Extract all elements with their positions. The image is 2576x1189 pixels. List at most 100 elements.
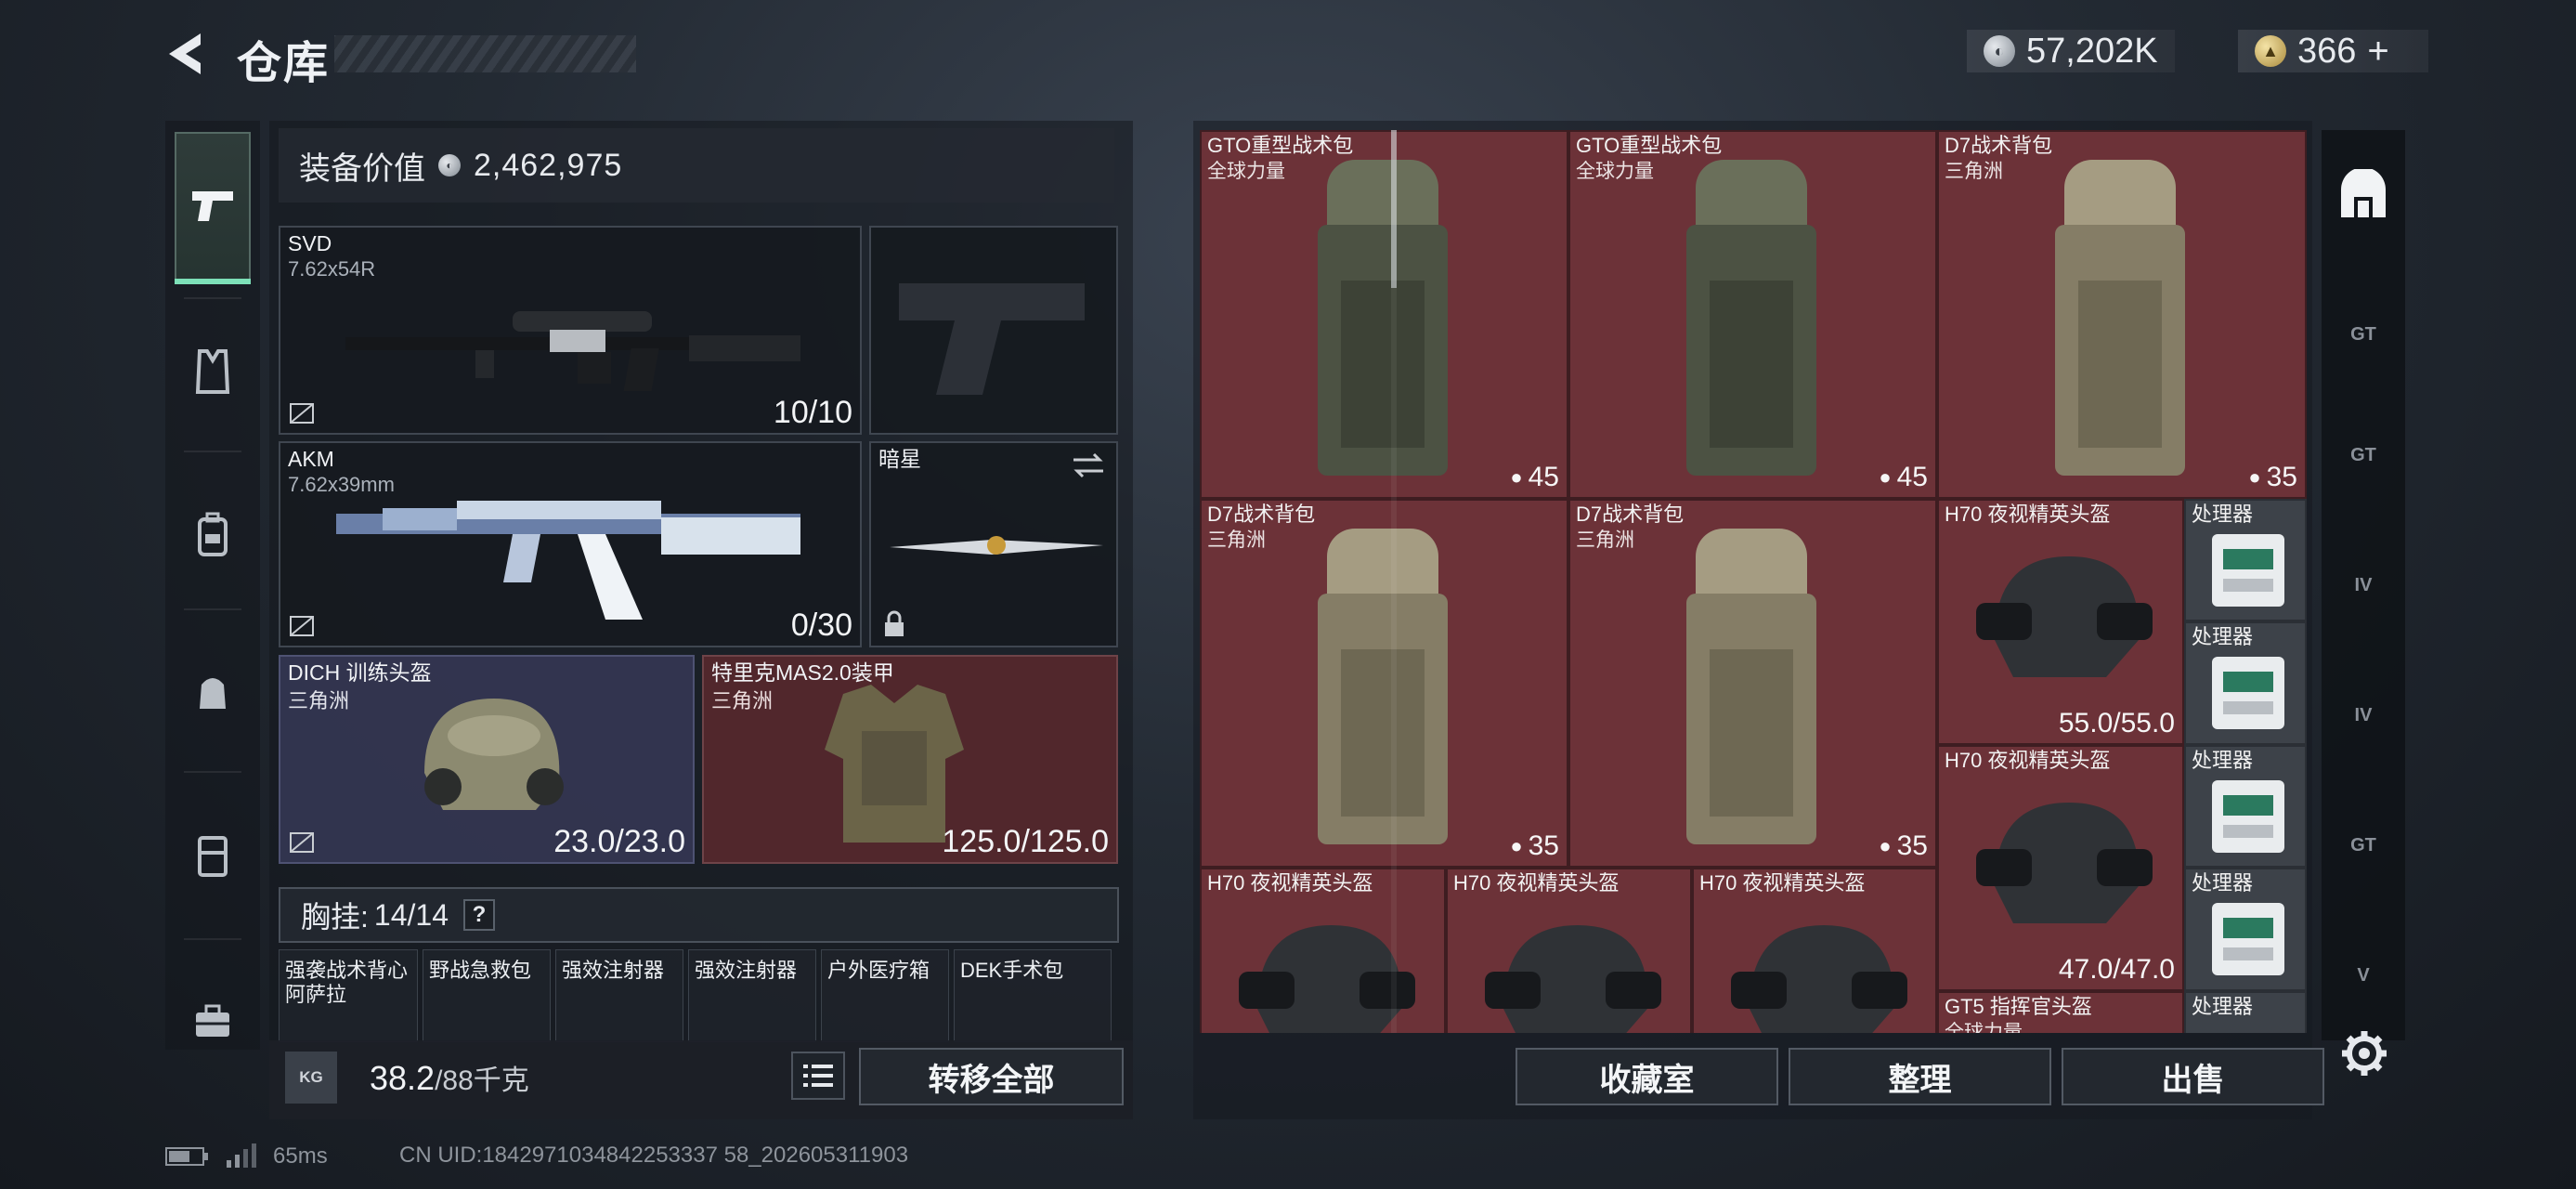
silver-coin-icon: ◐	[1984, 35, 2015, 67]
backpack-image	[1686, 160, 1816, 476]
collection-room-button[interactable]: 收藏室	[1516, 1048, 1778, 1105]
storage-item-processor[interactable]: 处理器	[2184, 745, 2307, 868]
sniper-rifle-image	[345, 311, 800, 391]
storage-item-helmet[interactable]: H70 夜视精英头盔	[1446, 868, 1692, 1033]
back-arrow-icon	[169, 33, 201, 74]
storage-item-processor[interactable]: 处理器	[2184, 621, 2307, 745]
item-name: H70 夜视精英头盔	[1207, 871, 1373, 895]
melee-slot[interactable]: 暗星	[869, 441, 1118, 647]
item-name: 处理器	[2192, 995, 2254, 1018]
gold-currency[interactable]: ▲ 366 +	[2238, 30, 2428, 72]
case-icon	[198, 836, 228, 877]
helmet-image	[424, 699, 564, 810]
capacity-icon: ●	[1879, 834, 1892, 857]
help-icon[interactable]: ?	[462, 899, 495, 931]
gold-coin-icon: ▲	[2255, 35, 2286, 67]
backpack-image	[1318, 160, 1448, 476]
helmet-map: 三角洲	[288, 689, 350, 712]
storage-item-helmet[interactable]: H70 夜视精英头盔 47.0/47.0	[1937, 745, 2184, 991]
armor-durability: 125.0/125.0	[942, 824, 1109, 859]
storage-item-helmet[interactable]: H70 夜视精英头盔	[1200, 868, 1446, 1033]
armor-map: 三角洲	[711, 689, 774, 712]
storage-item-helmet[interactable]: GT5 指挥官头盔 全球力量	[1937, 991, 2184, 1033]
storage-item-helmet[interactable]: H70 夜视精英头盔 55.0/55.0	[1937, 499, 2184, 745]
melee-name: 暗星	[878, 447, 921, 471]
primary-weapon-slot[interactable]: SVD 7.62x54R 10/10	[279, 226, 862, 435]
rig-item-name: 野战急救包	[429, 959, 532, 982]
page-title: 仓库	[237, 39, 331, 88]
helmet-slot[interactable]: DICH 训练头盔 三角洲 23.0/23.0	[279, 655, 695, 864]
pouch-icon	[200, 678, 226, 709]
chest-rig-slots: 14/14	[373, 897, 449, 932]
secondary-weapon-slot[interactable]: AKM 7.62x39mm 0/30	[279, 441, 862, 647]
rail-backpack[interactable]	[175, 460, 251, 608]
backpack-image	[1686, 529, 1816, 844]
briefcase-icon	[196, 1004, 229, 1037]
item-name: 处理器	[2192, 503, 2254, 526]
rail-weapons[interactable]	[175, 132, 251, 284]
vest-icon	[195, 349, 230, 394]
tab-all-storage[interactable]	[2322, 139, 2405, 251]
settings-button[interactable]	[2338, 1027, 2390, 1079]
rig-item-medkit[interactable]: 户外医疗箱	[821, 949, 949, 1042]
weapon-ammo: 0/30	[790, 608, 852, 643]
processor-image	[2212, 780, 2284, 853]
storage-item-backpack[interactable]: D7战术背包 三角洲 ● 35	[1937, 130, 2307, 499]
helmet-durability: 23.0/23.0	[553, 824, 685, 859]
rail-pouch[interactable]	[175, 618, 251, 766]
title-decoration	[334, 35, 636, 72]
item-sub: 三角洲	[1945, 161, 2003, 182]
storage-item-processor[interactable]: 处理器	[2184, 499, 2307, 621]
rig-item-name: 户外医疗箱	[827, 959, 930, 982]
rail-safebox[interactable]	[175, 947, 251, 1096]
tab-iv-1[interactable]: IV	[2322, 529, 2405, 641]
tab-gt-3[interactable]: GT	[2322, 790, 2405, 901]
carry-weight-current: 38.2	[370, 1059, 436, 1097]
gear-icon	[2342, 1031, 2387, 1076]
storage-tab-rail: GT GT IV IV GT V	[2322, 130, 2405, 1040]
sidearm-slot[interactable]	[869, 226, 1118, 435]
list-icon	[803, 1065, 833, 1087]
rig-item-surgery[interactable]: DEK手术包	[954, 949, 1112, 1042]
backpack-image	[1318, 529, 1448, 844]
list-view-button[interactable]	[791, 1052, 845, 1100]
item-sub: 三角洲	[1576, 529, 1634, 551]
storage-item-processor[interactable]: 处理器	[2184, 868, 2307, 991]
rig-item-injector[interactable]: 强效注射器	[555, 949, 683, 1042]
transfer-all-button[interactable]: 转移全部	[859, 1048, 1124, 1105]
knife-image	[890, 536, 1103, 555]
add-gold-button[interactable]: +	[2367, 31, 2388, 72]
item-name: D7战术背包	[1945, 134, 2053, 157]
tab-gt-1[interactable]: GT	[2322, 279, 2405, 390]
storage-item-backpack[interactable]: D7战术背包 三角洲 ● 35	[1200, 499, 1568, 868]
organize-button[interactable]: 整理	[1789, 1048, 2051, 1105]
tab-gt-2[interactable]: GT	[2322, 399, 2405, 511]
pistol-icon	[192, 191, 233, 221]
tab-label: IV	[2354, 704, 2373, 725]
storage-item-backpack[interactable]: GTO重型战术包 全球力量 ● 45	[1200, 130, 1568, 499]
rail-armor[interactable]	[175, 297, 251, 446]
silver-coin-icon: ◐	[438, 154, 461, 176]
rig-item-firstaid[interactable]: 野战急救包	[423, 949, 551, 1042]
tab-v[interactable]: V	[2322, 920, 2405, 1031]
equipment-value-amount: 2,462,975	[474, 147, 623, 183]
storage-item-helmet[interactable]: H70 夜视精英头盔	[1692, 868, 1937, 1033]
item-name: D7战术背包	[1576, 503, 1685, 526]
item-capacity: ● 35	[1879, 830, 1928, 861]
storage-scroll-thumb[interactable]	[1391, 130, 1397, 288]
sell-button[interactable]: 出售	[2062, 1048, 2324, 1105]
assault-rifle-image	[336, 501, 800, 620]
armor-slot[interactable]: 特里克MAS2.0装甲 三角洲 125.0/125.0	[702, 655, 1118, 864]
nvg-helmet-image	[1485, 925, 1661, 1033]
storage-item-processor[interactable]: 处理器	[2184, 991, 2307, 1033]
tab-iv-2[interactable]: IV	[2322, 660, 2405, 771]
storage-item-backpack[interactable]: D7战术背包 三角洲 ● 35	[1568, 499, 1937, 868]
storage-item-backpack[interactable]: GTO重型战术包 全球力量 ● 45	[1568, 130, 1937, 499]
rail-container[interactable]	[175, 780, 251, 929]
rig-item-name: DEK手术包	[960, 959, 1064, 982]
chest-rig-label: 胸挂:	[301, 900, 369, 934]
rig-item-injector[interactable]: 强效注射器	[688, 949, 816, 1042]
swap-icon[interactable]	[1070, 451, 1107, 480]
back-button[interactable]	[163, 28, 207, 80]
rig-item-vest[interactable]: 强袭战术背心 阿萨拉	[279, 949, 418, 1042]
